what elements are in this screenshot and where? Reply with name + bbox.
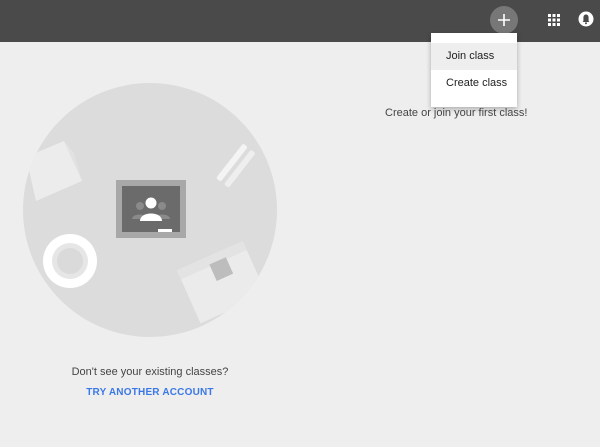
- apps-button[interactable]: [546, 12, 562, 28]
- account-icon: [578, 11, 594, 27]
- menu-item-create-class[interactable]: Create class: [431, 70, 517, 97]
- add-class-menu: Join class Create class: [431, 33, 517, 107]
- add-class-button[interactable]: [490, 6, 518, 34]
- try-another-account-link[interactable]: TRY ANOTHER ACCOUNT: [0, 387, 300, 398]
- account-button[interactable]: [578, 11, 594, 27]
- plus-icon: [498, 14, 510, 26]
- classroom-logo-icon: [116, 180, 186, 238]
- classroom-illustration: [23, 83, 277, 337]
- empty-state-message: Create or join your first class!: [385, 107, 528, 119]
- missing-classes-prompt: Don't see your existing classes?: [71, 366, 229, 378]
- menu-item-join-class[interactable]: Join class: [431, 43, 517, 70]
- apps-grid-icon: [548, 14, 560, 26]
